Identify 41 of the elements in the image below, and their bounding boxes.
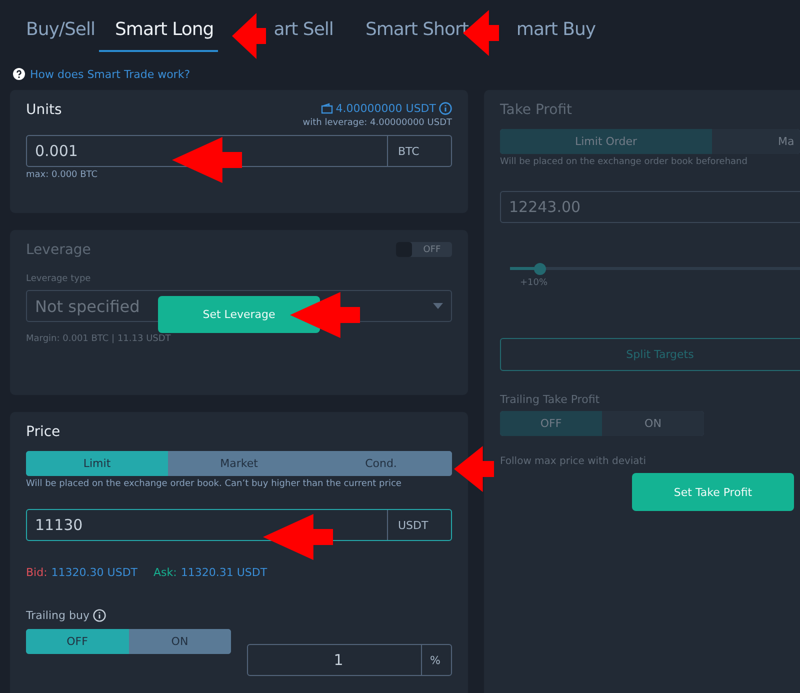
tab[interactable]: mart Buy (512, 16, 600, 52)
pointer-arrow (232, 13, 266, 59)
balance: 4.00000000 USDT (336, 102, 436, 115)
caret-icon (433, 303, 443, 309)
tab[interactable]: Buy/Sell (10, 16, 99, 52)
help-link[interactable]: How does Smart Trade work? (30, 68, 190, 80)
bid-label: Bid: (26, 566, 48, 579)
wallet-icon (320, 103, 333, 114)
trailing-label: Trailing buy (26, 609, 90, 622)
card-title: Leverage (26, 242, 91, 258)
pointer-arrow (290, 292, 360, 338)
trailing-label: Trailing Take Profit (500, 393, 601, 406)
bid-value: 11320.30 USDT (51, 566, 138, 579)
tab[interactable]: Smart Short (349, 16, 472, 52)
margin-text: Margin: 0.001 BTC | 11.13 USDT (26, 334, 172, 344)
info-icon (439, 102, 452, 115)
follow-hint: Follow max price with deviati (500, 456, 647, 467)
card-title: Price (26, 424, 62, 440)
help-icon (13, 68, 25, 80)
pointer-arrow (172, 137, 242, 183)
card-title: Take Profit (500, 102, 574, 118)
tab[interactable]: Smart Long (98, 16, 218, 52)
tab[interactable]: art Sell (270, 16, 338, 52)
pointer-arrow (263, 514, 333, 560)
trailing-field[interactable]: 1 % (247, 644, 452, 676)
pointer-arrow (454, 446, 494, 492)
unit-label: USDT (387, 510, 451, 540)
ask-value: 11320.31 USDT (180, 566, 268, 579)
leverage-note: with leverage: 4.00000000 USDT (302, 118, 452, 128)
unit-label: % (421, 645, 451, 675)
order-hint: Will be placed on the exchange order book beforehand (500, 157, 748, 167)
info-icon (93, 609, 106, 622)
ask-label: Ask: (154, 566, 177, 579)
order-type-tab[interactable]: Limit (26, 451, 168, 476)
field-label: Leverage type (26, 274, 92, 284)
order-hint: Will be placed on the exchange order book. Can’t buy higher than the current price (26, 479, 402, 489)
max-text: max: 0.000 BTC (26, 170, 99, 180)
unit-label: BTC (387, 136, 451, 166)
card-title: Units (26, 102, 62, 118)
slider-reading: +10% (520, 278, 549, 288)
trailing-option[interactable]: OFF (26, 629, 128, 654)
